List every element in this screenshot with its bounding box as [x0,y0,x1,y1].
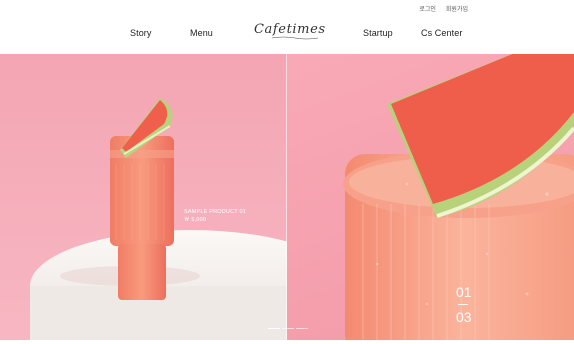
slide-current: 01 [456,284,472,300]
logo-swash-icon [272,36,318,40]
hero-slider: SAMPLE PRODUCT 01 ￦ 5,000 [0,54,574,340]
watermelon-drink-image [30,98,287,340]
counter-divider [458,304,468,305]
nav-cs-center[interactable]: Cs Center [421,28,462,38]
slider-pagination [268,328,308,329]
slide-counter: 01 03 [456,284,472,325]
product-price: ￦ 5,000 [184,217,207,223]
panel-divider [286,54,287,340]
nav-story[interactable]: Story [130,28,152,38]
nav-menu[interactable]: Menu [190,28,213,38]
slide-caption: SAMPLE PRODUCT 01 ￦ 5,000 [184,208,246,224]
product-title: SAMPLE PRODUCT 01 [184,209,246,215]
slide-image-left: SAMPLE PRODUCT 01 ￦ 5,000 [0,54,287,340]
slider-dot-1[interactable] [268,328,280,329]
slider-dot-2[interactable] [282,328,294,329]
watermelon-drink-closeup-image [343,54,574,340]
main-navigation: Story Menu Cafetimes Startup Cs Center [0,0,574,54]
site-logo[interactable]: Cafetimes [254,22,326,37]
slide-total: 03 [456,309,472,325]
slider-dot-3[interactable] [296,328,308,329]
nav-startup[interactable]: Startup [363,28,393,38]
slide-image-right [287,54,574,340]
